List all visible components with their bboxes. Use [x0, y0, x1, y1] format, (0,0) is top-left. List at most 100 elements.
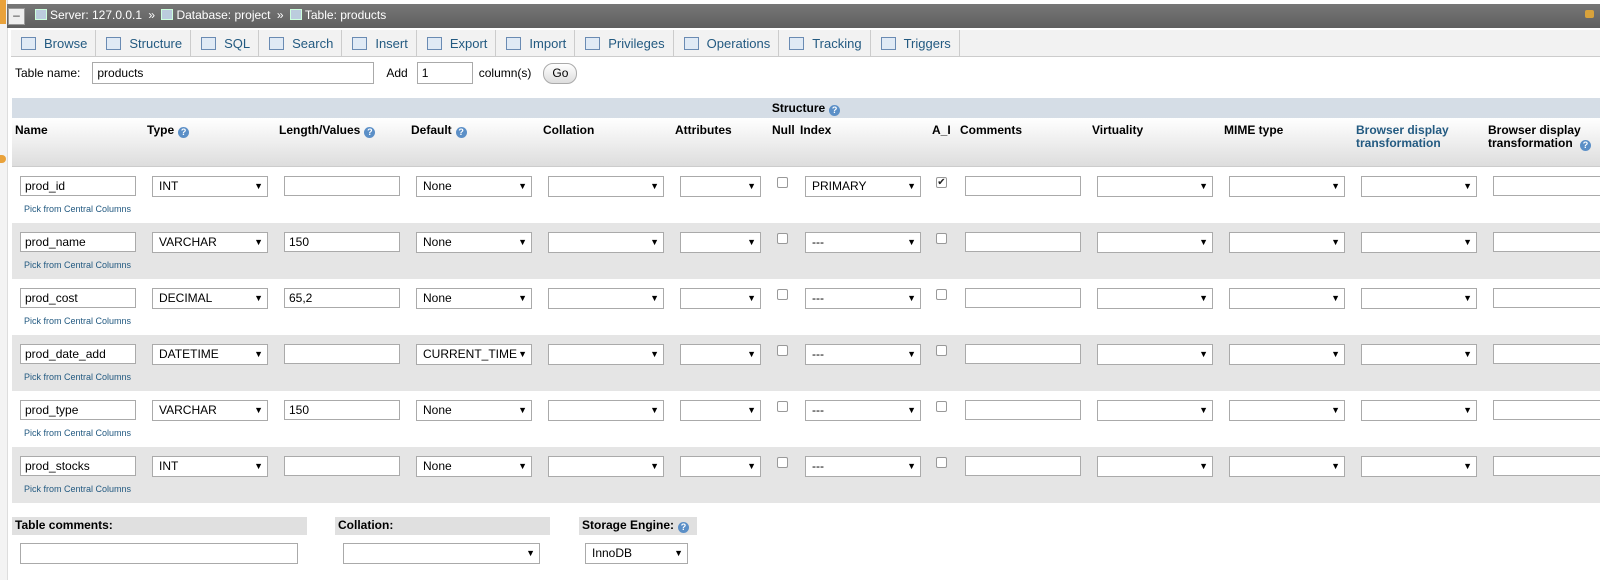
virtuality-select[interactable]: ▼: [1097, 344, 1213, 365]
default-select[interactable]: None ▼: [416, 288, 532, 309]
collation-select[interactable]: ▼: [548, 344, 664, 365]
length-values-input[interactable]: 150: [284, 400, 400, 420]
transformation-options-input[interactable]: [1493, 176, 1600, 196]
virtuality-select[interactable]: ▼: [1097, 288, 1213, 309]
column-type-select[interactable]: VARCHAR ▼: [152, 400, 268, 421]
default-select[interactable]: None ▼: [416, 400, 532, 421]
index-select[interactable]: --- ▼: [805, 288, 921, 309]
tab-tracking[interactable]: Tracking: [779, 30, 871, 56]
length-values-input[interactable]: [284, 456, 400, 476]
attributes-select[interactable]: ▼: [680, 176, 761, 197]
lock-icon[interactable]: [1585, 10, 1594, 18]
transformation-options-input[interactable]: [1493, 456, 1600, 476]
length-values-input[interactable]: [284, 344, 400, 364]
null-checkbox[interactable]: [777, 401, 788, 412]
index-select[interactable]: --- ▼: [805, 232, 921, 253]
column-type-select[interactable]: INT ▼: [152, 176, 268, 197]
pick-from-central-columns-link[interactable]: Pick from Central Columns: [24, 316, 131, 326]
browser-transformation-select[interactable]: ▼: [1361, 344, 1477, 365]
help-icon[interactable]: ?: [364, 127, 376, 138]
virtuality-select[interactable]: ▼: [1097, 232, 1213, 253]
storage-engine-select[interactable]: InnoDB ▼: [585, 543, 688, 564]
transformation-options-input[interactable]: [1493, 232, 1600, 252]
virtuality-select[interactable]: ▼: [1097, 456, 1213, 477]
tab-insert[interactable]: Insert: [342, 30, 417, 56]
breadcrumb-server[interactable]: Server: 127.0.0.1: [50, 8, 142, 22]
collation-select[interactable]: ▼: [548, 456, 664, 477]
column-name-input[interactable]: prod_cost: [20, 288, 136, 308]
comments-input[interactable]: [965, 344, 1081, 364]
column-name-input[interactable]: prod_name: [20, 232, 136, 252]
comments-input[interactable]: [965, 176, 1081, 196]
mime-type-select[interactable]: ▼: [1229, 456, 1345, 477]
tab-export[interactable]: Export: [417, 30, 497, 56]
mime-type-select[interactable]: ▼: [1229, 288, 1345, 309]
attributes-select[interactable]: ▼: [680, 344, 761, 365]
tab-structure[interactable]: Structure: [96, 30, 192, 56]
null-checkbox[interactable]: [777, 345, 788, 356]
breadcrumb-database[interactable]: Database: project: [176, 8, 270, 22]
browser-transformation-select[interactable]: ▼: [1361, 176, 1477, 197]
null-checkbox[interactable]: [777, 289, 788, 300]
table-name-input[interactable]: [92, 62, 375, 84]
virtuality-select[interactable]: ▼: [1097, 400, 1213, 421]
attributes-select[interactable]: ▼: [680, 288, 761, 309]
header-browser-display-transformation[interactable]: Browser display transformation: [1356, 124, 1466, 150]
length-values-input[interactable]: [284, 176, 400, 196]
collation-select[interactable]: ▼: [548, 232, 664, 253]
column-type-select[interactable]: INT ▼: [152, 456, 268, 477]
pick-from-central-columns-link[interactable]: Pick from Central Columns: [24, 484, 131, 494]
comments-input[interactable]: [965, 400, 1081, 420]
auto-increment-checkbox[interactable]: [936, 289, 947, 300]
mime-type-select[interactable]: ▼: [1229, 232, 1345, 253]
pick-from-central-columns-link[interactable]: Pick from Central Columns: [24, 204, 131, 214]
browser-transformation-select[interactable]: ▼: [1361, 400, 1477, 421]
default-select[interactable]: None ▼: [416, 176, 532, 197]
default-select[interactable]: None ▼: [416, 232, 532, 253]
collation-select[interactable]: ▼: [548, 400, 664, 421]
transformation-options-input[interactable]: [1493, 288, 1600, 308]
mime-type-select[interactable]: ▼: [1229, 344, 1345, 365]
length-values-input[interactable]: 150: [284, 232, 400, 252]
column-name-input[interactable]: prod_id: [20, 176, 136, 196]
index-select[interactable]: --- ▼: [805, 456, 921, 477]
collation-select[interactable]: ▼: [548, 176, 664, 197]
help-icon[interactable]: ?: [455, 127, 467, 138]
column-type-select[interactable]: DATETIME ▼: [152, 344, 268, 365]
null-checkbox[interactable]: [777, 177, 788, 188]
transformation-options-input[interactable]: [1493, 400, 1600, 420]
column-type-select[interactable]: VARCHAR ▼: [152, 232, 268, 253]
help-icon[interactable]: ?: [1580, 140, 1592, 151]
browser-transformation-select[interactable]: ▼: [1361, 232, 1477, 253]
column-type-select[interactable]: DECIMAL ▼: [152, 288, 268, 309]
pick-from-central-columns-link[interactable]: Pick from Central Columns: [24, 428, 131, 438]
help-icon[interactable]: ?: [678, 522, 690, 533]
comments-input[interactable]: [965, 288, 1081, 308]
browser-transformation-select[interactable]: ▼: [1361, 288, 1477, 309]
collapse-icon[interactable]: –: [8, 8, 25, 25]
add-columns-input[interactable]: [416, 62, 473, 84]
browser-transformation-select[interactable]: ▼: [1361, 456, 1477, 477]
collation-select[interactable]: ▼: [548, 288, 664, 309]
tab-browse[interactable]: Browse: [11, 30, 97, 56]
pick-from-central-columns-link[interactable]: Pick from Central Columns: [24, 372, 131, 382]
help-icon[interactable]: ?: [178, 127, 190, 138]
null-checkbox[interactable]: [777, 457, 788, 468]
comments-input[interactable]: [965, 232, 1081, 252]
go-button[interactable]: Go: [543, 62, 578, 84]
breadcrumb-table[interactable]: Table: products: [305, 8, 386, 22]
comments-input[interactable]: [965, 456, 1081, 476]
attributes-select[interactable]: ▼: [680, 400, 761, 421]
table-collation-select[interactable]: ▼: [343, 543, 540, 564]
tab-search[interactable]: Search: [259, 30, 343, 56]
tab-import[interactable]: Import: [496, 30, 576, 56]
index-select[interactable]: --- ▼: [805, 344, 921, 365]
tab-operations[interactable]: Operations: [674, 30, 780, 56]
index-select[interactable]: PRIMARY ▼: [805, 176, 921, 197]
null-checkbox[interactable]: [777, 233, 788, 244]
auto-increment-checkbox[interactable]: [936, 345, 947, 356]
tab-triggers[interactable]: Triggers: [871, 30, 960, 56]
column-name-input[interactable]: prod_type: [20, 400, 136, 420]
default-select[interactable]: CURRENT_TIME ▼: [416, 344, 532, 365]
column-name-input[interactable]: prod_date_add: [20, 344, 136, 364]
